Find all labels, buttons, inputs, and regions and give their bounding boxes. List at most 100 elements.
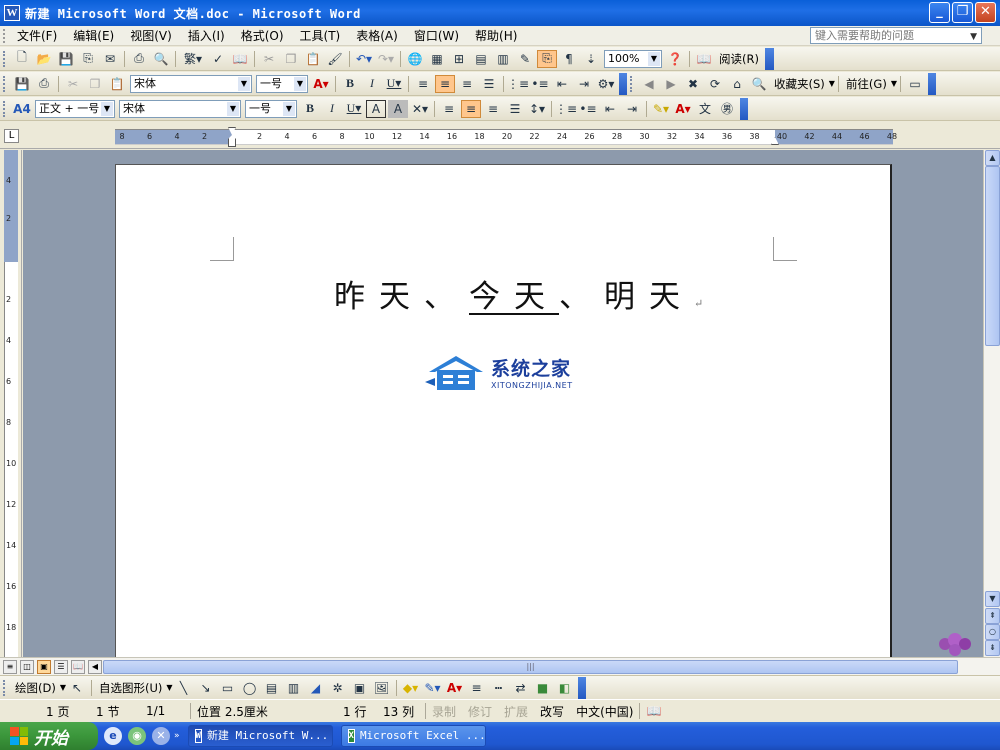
select-browse-object-button[interactable]: ○ — [985, 624, 1000, 640]
underline-icon[interactable]: U▾ — [384, 75, 404, 93]
dash-style-icon[interactable]: ┅ — [489, 679, 509, 697]
back-icon[interactable]: ◀ — [639, 75, 659, 93]
align-center-icon[interactable]: ≡ — [435, 74, 455, 93]
line-spacing-icon[interactable]: ↕▾ — [527, 100, 547, 118]
oval-icon[interactable]: ◯ — [240, 679, 260, 697]
diagram-icon[interactable]: ✲ — [328, 679, 348, 697]
print-icon[interactable]: ⎙ — [34, 75, 54, 93]
increase-indent-icon[interactable]: ⇥ — [622, 100, 642, 118]
chevron-down-icon[interactable]: ▼ — [227, 101, 239, 116]
previous-page-button[interactable]: ⇞ — [985, 608, 1000, 624]
new-document-icon[interactable]: 🗋 — [12, 50, 32, 68]
taskbar-item-excel[interactable]: X Microsoft Excel ... — [340, 725, 486, 747]
status-overtype[interactable]: 改写 — [534, 703, 570, 720]
menu-view[interactable]: 视图(V) — [122, 27, 180, 44]
character-shading-icon[interactable]: A — [388, 99, 408, 118]
chevron-down-icon[interactable]: ▼ — [648, 51, 660, 66]
undo-icon[interactable]: ↶▾ — [354, 50, 374, 68]
word-app-icon[interactable]: W — [4, 5, 20, 21]
numbering-icon[interactable]: ⋮≡ — [555, 100, 577, 118]
vertical-text-box-icon[interactable]: ▥ — [284, 679, 304, 697]
horizontal-ruler[interactable]: L 8 6 4 2 2 4 6 8 10 12 14 16 18 20 22 24 26 28 30 32 34 36 38… — [0, 124, 1000, 149]
status-record[interactable]: 录制 — [426, 703, 462, 720]
quick-launch-chevron-icon[interactable]: » — [174, 731, 180, 741]
read-mode-icon[interactable]: 📖 — [694, 50, 714, 68]
font-size-select[interactable]: 一号 ▼ — [256, 74, 308, 93]
scroll-down-button[interactable]: ▼ — [985, 591, 1000, 607]
status-extend[interactable]: 扩展 — [498, 703, 534, 720]
cut-icon[interactable]: ✂ — [63, 75, 83, 93]
restore-button[interactable]: ❐ — [952, 2, 973, 23]
chevron-down-icon[interactable]: ▼ — [294, 76, 306, 91]
draw-menu[interactable]: 绘图(D) — [11, 680, 60, 696]
chevron-down-icon[interactable]: ▼ — [101, 101, 113, 116]
help-icon[interactable]: ❓ — [665, 50, 685, 68]
menu-table[interactable]: 表格(A) — [348, 27, 406, 44]
columns-icon[interactable]: ▥ — [493, 50, 513, 68]
toolbar-options-button[interactable] — [764, 47, 774, 70]
toolbar-grip[interactable] — [3, 100, 8, 117]
wordart-icon[interactable]: ◢ — [306, 679, 326, 697]
copy-icon[interactable]: ❐ — [281, 50, 301, 68]
drawing-icon[interactable]: ✎ — [515, 50, 535, 68]
search-web-icon[interactable]: 🔍 — [749, 75, 769, 93]
horizontal-scroll-thumb[interactable]: ||| — [103, 660, 958, 674]
text-box-icon[interactable]: ▤ — [262, 679, 282, 697]
scroll-thumb[interactable] — [985, 166, 1000, 346]
menu-help[interactable]: 帮助(H) — [467, 27, 525, 44]
web-layout-button[interactable]: ◫ — [20, 659, 34, 674]
save-icon[interactable]: 💾 — [12, 75, 32, 93]
align-left-icon[interactable]: ≡ — [439, 100, 459, 118]
3d-style-icon[interactable]: ◧ — [555, 679, 575, 697]
decrease-indent-icon[interactable]: ⇤ — [600, 100, 620, 118]
tables-borders-icon[interactable]: ▦ — [427, 50, 447, 68]
vertical-scrollbar[interactable]: ▲ ▼ ⇞ ○ ⇟ — [983, 150, 1000, 657]
toolbar-options-button[interactable] — [619, 72, 627, 95]
font-size-select-2[interactable]: 一号 ▼ — [245, 99, 297, 118]
show-only-web-toolbar-icon[interactable]: ▭ — [905, 75, 925, 93]
italic-icon[interactable]: I — [362, 75, 382, 93]
toolbar-grip[interactable] — [3, 679, 8, 696]
bold-icon[interactable]: B — [300, 100, 320, 118]
menu-edit[interactable]: 编辑(E) — [65, 27, 122, 44]
menu-insert[interactable]: 插入(I) — [180, 27, 233, 44]
line-color-icon[interactable]: ✎▾ — [423, 679, 443, 697]
paste-icon[interactable]: 📋 — [107, 75, 127, 93]
highlight-icon[interactable]: ✎▾ — [651, 100, 671, 118]
hyperlink-icon[interactable]: 🌐 — [405, 50, 425, 68]
stop-icon[interactable]: ✖ — [683, 75, 703, 93]
start-button[interactable]: 开始 — [0, 722, 98, 750]
align-right-icon[interactable]: ≡ — [483, 100, 503, 118]
scroll-left-button[interactable]: ◀ — [88, 659, 102, 674]
document-text-line[interactable]: 昨天、今天、明天↵ — [334, 271, 703, 316]
bold-icon[interactable]: B — [340, 75, 360, 93]
status-track-changes[interactable]: 修订 — [462, 703, 498, 720]
font-select[interactable]: 宋体 ▼ — [130, 74, 252, 93]
help-search-input[interactable]: 键入需要帮助的问题 ▼ — [810, 27, 982, 44]
bullets-icon[interactable]: •≡ — [530, 75, 550, 93]
numbering-icon[interactable]: ⋮≡ — [507, 75, 529, 93]
email-icon[interactable]: ✉ — [100, 50, 120, 68]
chevron-down-icon[interactable]: ▼ — [60, 683, 66, 692]
distributed-icon[interactable]: ☰ — [505, 100, 525, 118]
document-page[interactable]: 昨天、今天、明天↵ 系统之家 XITONGZHIJIA.NET — [115, 164, 892, 657]
chevron-down-icon[interactable]: ▼ — [283, 101, 295, 116]
line-style-icon[interactable]: ≡ — [467, 679, 487, 697]
align-center-icon[interactable]: ≡ — [461, 99, 481, 118]
open-folder-icon[interactable]: 📂 — [34, 50, 54, 68]
arrow-style-icon[interactable]: ⇄ — [511, 679, 531, 697]
font-select-2[interactable]: 宋体 ▼ — [119, 99, 241, 118]
status-language[interactable]: 中文(中国) — [570, 703, 639, 720]
traditional-chinese-icon[interactable]: 繁▾ — [180, 50, 206, 68]
normal-view-button[interactable]: ≡ — [3, 659, 17, 674]
menu-tools[interactable]: 工具(T) — [292, 27, 349, 44]
forward-icon[interactable]: ▶ — [661, 75, 681, 93]
bullets-icon[interactable]: •≡ — [578, 100, 598, 118]
shadow-style-icon[interactable]: ■ — [533, 679, 553, 697]
styles-formatting-icon[interactable]: A4 — [12, 100, 32, 118]
paste-icon[interactable]: 📋 — [303, 50, 323, 68]
font-color-icon[interactable]: A▾ — [445, 679, 465, 697]
taskbar-item-word[interactable]: W 新建 Microsoft W... — [187, 725, 333, 747]
character-scaling-icon[interactable]: ✕▾ — [410, 100, 430, 118]
chevron-down-icon[interactable]: ▼ — [238, 76, 250, 91]
